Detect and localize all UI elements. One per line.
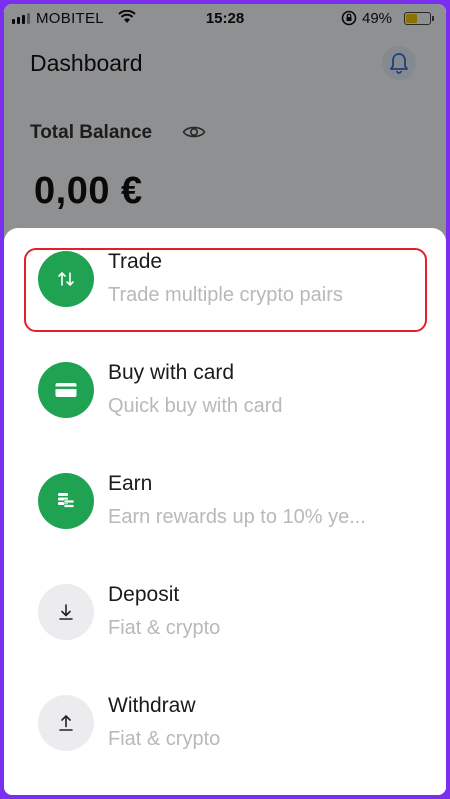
- action-title: Deposit: [108, 583, 180, 606]
- action-title: Trade: [108, 250, 163, 273]
- action-title: Earn: [108, 472, 153, 495]
- action-deposit[interactable]: Deposit Fiat & crypto: [4, 561, 446, 661]
- credit-card-icon: [38, 362, 94, 418]
- action-trade[interactable]: Trade Trade multiple crypto pairs: [4, 228, 446, 332]
- action-buy-with-card[interactable]: Buy with card Quick buy with card: [4, 339, 446, 439]
- action-subtitle: Earn rewards up to 10% ye...: [108, 506, 366, 528]
- phone-screen: MOBITEL 15:28 49% Dashboard Total Balanc…: [4, 4, 446, 795]
- action-subtitle: Trade multiple crypto pairs: [108, 284, 343, 306]
- upload-icon: [38, 695, 94, 751]
- action-title: Buy with card: [108, 361, 235, 384]
- download-icon: [38, 584, 94, 640]
- action-subtitle: Quick buy with card: [108, 395, 283, 417]
- action-withdraw[interactable]: Withdraw Fiat & crypto: [4, 672, 446, 772]
- action-earn[interactable]: Earn Earn rewards up to 10% ye...: [4, 450, 446, 550]
- action-sheet: Trade Trade multiple crypto pairs Buy wi…: [4, 228, 446, 795]
- coins-icon: [38, 473, 94, 529]
- action-subtitle: Fiat & crypto: [108, 617, 221, 639]
- action-subtitle: Fiat & crypto: [108, 728, 221, 750]
- swap-arrows-icon: [38, 251, 94, 307]
- action-title: Withdraw: [108, 694, 196, 717]
